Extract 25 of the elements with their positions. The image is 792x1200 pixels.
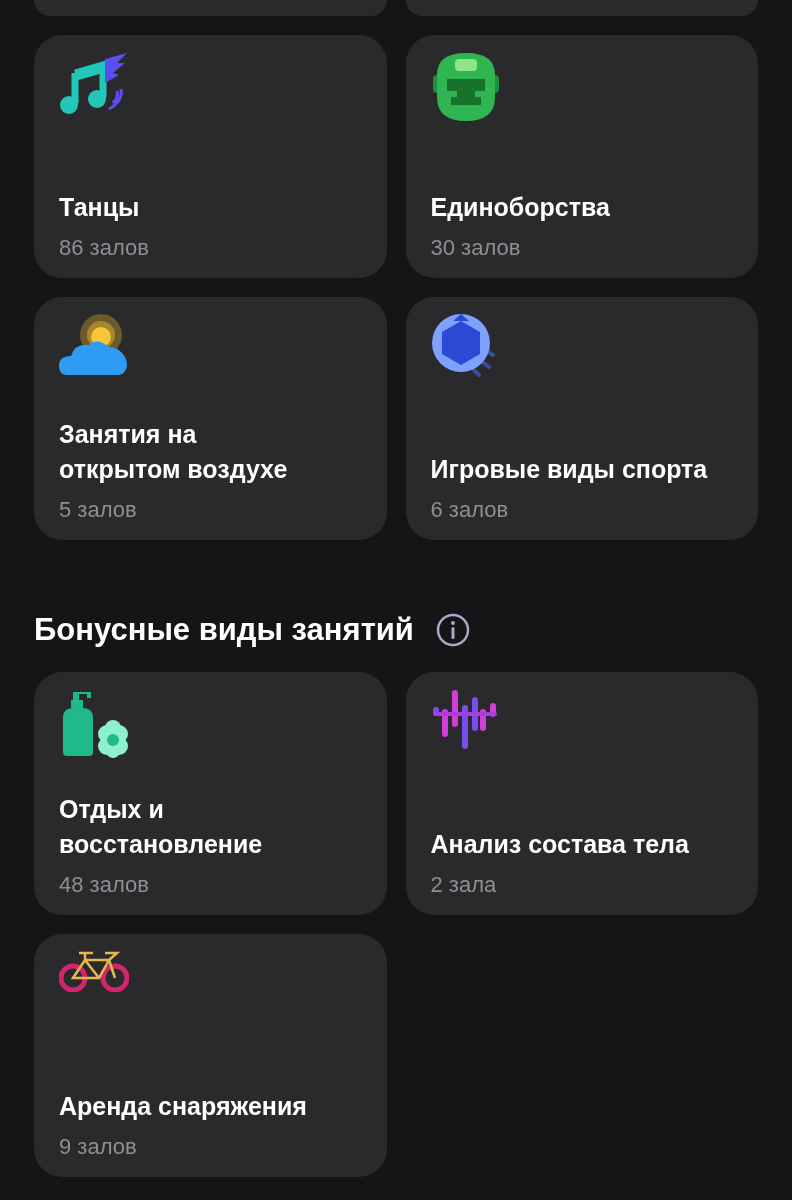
- gym-count: 2 зала: [430, 872, 498, 898]
- gym-count: 48 залов: [59, 872, 150, 898]
- category-title: Единоборства: [430, 192, 610, 223]
- category-card[interactable]: Игровые виды спорта 6 залов: [405, 297, 758, 540]
- category-title: Аренда снаряжения: [59, 1091, 307, 1122]
- gym-count: 30 залов: [430, 235, 522, 261]
- category-card[interactable]: Аренда снаряжения 9 залов: [34, 934, 387, 1177]
- bicycle-icon: [59, 950, 129, 992]
- category-title: Занятия на открытом воздухе: [59, 419, 288, 485]
- category-title: Игровые виды спорта: [430, 454, 708, 485]
- category-title: Танцы: [59, 192, 141, 223]
- gym-count: 9 залов: [59, 1134, 138, 1160]
- category-card[interactable]: Единоборства 30 залов: [405, 35, 758, 278]
- gym-count: 6 залов: [430, 497, 510, 523]
- helmet-icon: [430, 51, 501, 121]
- gym-count: 5 залов: [59, 497, 138, 523]
- section-title: Бонусные виды занятий: [34, 612, 414, 648]
- category-title: Анализ состава тела: [430, 829, 689, 860]
- gym-count: 86 залов: [59, 235, 149, 261]
- category-card[interactable]: Танцы 86 залов: [34, 35, 387, 278]
- category-title: Отдых и восстановление: [59, 794, 263, 860]
- category-card[interactable]: Занятия на открытом воздухе 5 залов: [34, 297, 387, 540]
- info-icon[interactable]: [435, 613, 470, 647]
- category-card[interactable]: Отдых и восстановление 48 залов: [34, 672, 387, 915]
- category-card[interactable]: Анализ состава тела 2 зала: [405, 672, 758, 915]
